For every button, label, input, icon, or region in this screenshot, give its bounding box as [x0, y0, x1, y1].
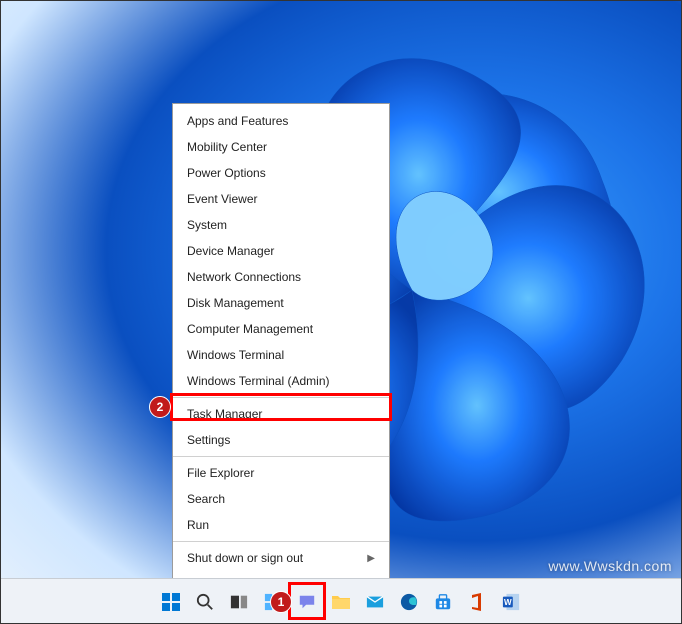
menu-separator [173, 397, 389, 398]
chevron-right-icon: ▶ [367, 553, 375, 564]
menu-item-task-manager[interactable]: Task Manager [173, 401, 389, 427]
menu-item-event-viewer[interactable]: Event Viewer [173, 186, 389, 212]
menu-item-shutdown[interactable]: Shut down or sign out▶ [173, 545, 389, 571]
winx-context-menu: Apps and Features Mobility Center Power … [172, 103, 390, 602]
mail-icon [366, 593, 384, 611]
office-button[interactable] [464, 589, 490, 615]
menu-item-system[interactable]: System [173, 212, 389, 238]
annotation-callout-2: 2 [149, 396, 171, 418]
menu-item-power-options[interactable]: Power Options [173, 160, 389, 186]
menu-item-apps-features[interactable]: Apps and Features [173, 108, 389, 134]
menu-item-settings[interactable]: Settings [173, 427, 389, 453]
menu-item-windows-terminal[interactable]: Windows Terminal [173, 342, 389, 368]
store-icon [434, 593, 452, 611]
menu-item-run[interactable]: Run [173, 512, 389, 538]
menu-item-disk-management[interactable]: Disk Management [173, 290, 389, 316]
folder-icon [331, 593, 351, 611]
word-button[interactable]: W [498, 589, 524, 615]
menu-item-windows-terminal-admin[interactable]: Windows Terminal (Admin) [173, 368, 389, 394]
word-icon: W [502, 593, 520, 611]
watermark-text: www.Wwskdn.com [548, 558, 672, 574]
start-button[interactable] [158, 589, 184, 615]
chat-icon [298, 593, 316, 611]
windows-logo-icon [161, 592, 181, 612]
desktop-wallpaper: Apps and Features Mobility Center Power … [0, 0, 682, 624]
taskbar: W [0, 578, 682, 624]
file-explorer-button[interactable] [328, 589, 354, 615]
search-icon [196, 593, 214, 611]
edge-button[interactable] [396, 589, 422, 615]
menu-item-file-explorer[interactable]: File Explorer [173, 460, 389, 486]
svg-text:W: W [504, 598, 512, 607]
menu-item-mobility-center[interactable]: Mobility Center [173, 134, 389, 160]
mail-button[interactable] [362, 589, 388, 615]
menu-item-device-manager[interactable]: Device Manager [173, 238, 389, 264]
menu-separator [173, 541, 389, 542]
edge-icon [400, 593, 418, 611]
taskview-button[interactable] [226, 589, 252, 615]
menu-item-computer-management[interactable]: Computer Management [173, 316, 389, 342]
menu-item-search[interactable]: Search [173, 486, 389, 512]
taskview-icon [230, 593, 248, 611]
store-button[interactable] [430, 589, 456, 615]
chat-button[interactable] [294, 589, 320, 615]
menu-separator [173, 456, 389, 457]
annotation-callout-1: 1 [270, 591, 292, 613]
office-icon [469, 593, 485, 611]
menu-item-network-connections[interactable]: Network Connections [173, 264, 389, 290]
search-button[interactable] [192, 589, 218, 615]
